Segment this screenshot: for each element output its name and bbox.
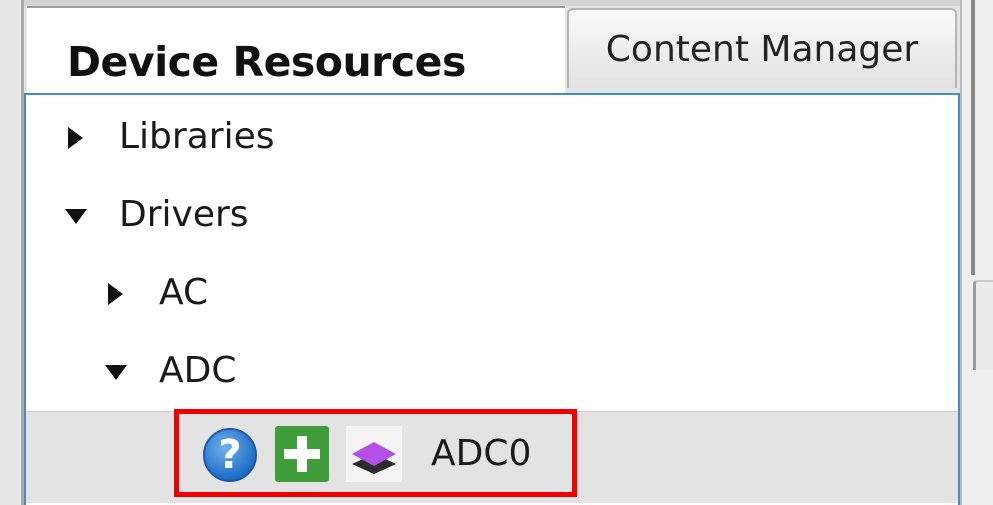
collapse-arrow-icon[interactable] bbox=[65, 209, 87, 224]
right-panel-edge bbox=[960, 0, 993, 505]
tree-item-label: AC bbox=[159, 272, 209, 313]
device-resources-window: Device Resources Content Manager Librari… bbox=[0, 0, 993, 505]
add-icon[interactable] bbox=[275, 426, 329, 482]
layers-icon bbox=[346, 426, 402, 482]
help-icon[interactable]: ? bbox=[203, 428, 257, 482]
tab-content-manager[interactable]: Content Manager bbox=[567, 8, 957, 88]
tree-item-ac[interactable]: AC bbox=[26, 255, 958, 333]
tree-item-libraries[interactable]: Libraries bbox=[26, 99, 958, 177]
tree-item-adc0[interactable]: ? ADC0 bbox=[26, 411, 958, 503]
tree-item-drivers[interactable]: Drivers bbox=[26, 177, 958, 255]
tree-item-label: ADC0 bbox=[431, 433, 532, 474]
collapse-arrow-icon[interactable] bbox=[105, 365, 127, 380]
tree-item-label: ADC bbox=[159, 350, 237, 391]
tree-item-adc[interactable]: ADC bbox=[26, 333, 958, 411]
right-side-tab[interactable] bbox=[973, 280, 993, 370]
expand-arrow-icon[interactable] bbox=[68, 127, 83, 149]
resource-tree: Libraries Drivers AC ADC ? ADC0 bbox=[24, 93, 960, 505]
tree-item-label: Drivers bbox=[119, 194, 249, 235]
tab-device-resources[interactable]: Device Resources bbox=[27, 6, 565, 98]
right-scrollbar[interactable] bbox=[971, 0, 975, 275]
tree-item-label: Libraries bbox=[119, 116, 275, 157]
tab-device-resources-label: Device Resources bbox=[67, 38, 466, 86]
left-window-edge bbox=[0, 0, 24, 505]
expand-arrow-icon[interactable] bbox=[108, 283, 123, 305]
